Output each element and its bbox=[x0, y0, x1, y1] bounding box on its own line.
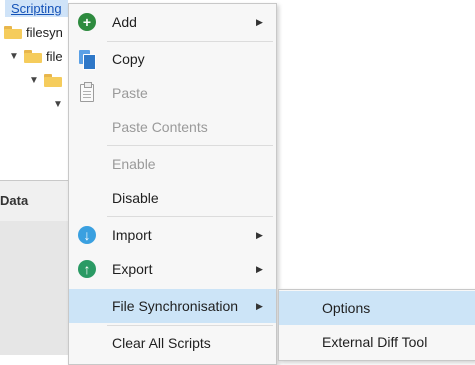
menu-item-export[interactable]: ↑ Export ▶ bbox=[69, 252, 276, 286]
submenu-item-label: External Diff Tool bbox=[322, 334, 428, 350]
menu-separator bbox=[107, 145, 273, 146]
menu-item-enable[interactable]: Enable bbox=[69, 147, 276, 181]
folder-icon bbox=[24, 49, 42, 63]
menu-item-file-synchronisation[interactable]: File Synchronisation ▶ bbox=[69, 289, 276, 323]
submenu-arrow-icon: ▶ bbox=[256, 229, 263, 240]
menu-item-label: Enable bbox=[112, 156, 156, 172]
chevron-down-icon[interactable]: ▼ bbox=[52, 99, 64, 110]
menu-item-label: File Synchronisation bbox=[112, 298, 239, 314]
submenu-arrow-icon: ▶ bbox=[256, 300, 263, 311]
tree-row-filesync[interactable]: filesyn bbox=[4, 22, 63, 42]
arrow-up-circle-icon: ↑ bbox=[77, 259, 97, 279]
submenu-arrow-icon: ▶ bbox=[256, 263, 263, 274]
submenu-item-external-diff-tool[interactable]: External Diff Tool bbox=[279, 325, 475, 359]
menu-item-label: Export bbox=[112, 261, 153, 277]
menu-item-label: Disable bbox=[112, 190, 159, 206]
data-panel-body bbox=[0, 221, 70, 355]
context-menu: + Add ▶ Copy Paste Paste Contents Enable… bbox=[68, 3, 277, 365]
submenu-item-label: Options bbox=[322, 300, 371, 316]
submenu-arrow-icon: ▶ bbox=[256, 16, 263, 27]
arrow-down-circle-icon: ↓ bbox=[77, 225, 97, 245]
copy-icon bbox=[77, 49, 97, 70]
folder-icon bbox=[4, 25, 22, 39]
menu-item-add[interactable]: + Add ▶ bbox=[69, 5, 276, 39]
tree-row-child[interactable]: ▼ bbox=[52, 94, 64, 114]
tree-row-label: filesyn bbox=[26, 24, 63, 40]
chevron-down-icon[interactable]: ▼ bbox=[8, 51, 20, 62]
menu-item-copy[interactable]: Copy bbox=[69, 42, 276, 76]
clipboard-icon bbox=[77, 82, 97, 103]
menu-item-label: Import bbox=[112, 227, 152, 243]
menu-item-import[interactable]: ↓ Import ▶ bbox=[69, 218, 276, 252]
tree-row-subfolder[interactable]: ▼ bbox=[28, 70, 66, 90]
menu-item-label: Add bbox=[112, 14, 137, 30]
menu-item-paste[interactable]: Paste bbox=[69, 76, 276, 110]
chevron-down-icon[interactable]: ▼ bbox=[28, 75, 40, 86]
file-synchronisation-submenu: Options External Diff Tool bbox=[278, 289, 475, 361]
submenu-item-options[interactable]: Options bbox=[279, 291, 475, 325]
menu-item-paste-contents[interactable]: Paste Contents bbox=[69, 110, 276, 144]
folder-icon bbox=[44, 73, 62, 87]
menu-item-label: Clear All Scripts bbox=[112, 335, 211, 351]
plus-circle-icon: + bbox=[77, 12, 97, 32]
data-panel-header: Data bbox=[0, 181, 70, 221]
menu-item-label: Paste Contents bbox=[112, 119, 208, 135]
tree-root-scripting[interactable]: Scripting bbox=[5, 0, 68, 17]
tree-row-file[interactable]: ▼ file bbox=[8, 46, 63, 66]
menu-item-disable[interactable]: Disable bbox=[69, 181, 276, 215]
tree-row-label: file bbox=[46, 48, 63, 64]
menu-separator bbox=[107, 216, 273, 217]
menu-item-label: Copy bbox=[112, 51, 145, 67]
menu-item-label: Paste bbox=[112, 85, 148, 101]
